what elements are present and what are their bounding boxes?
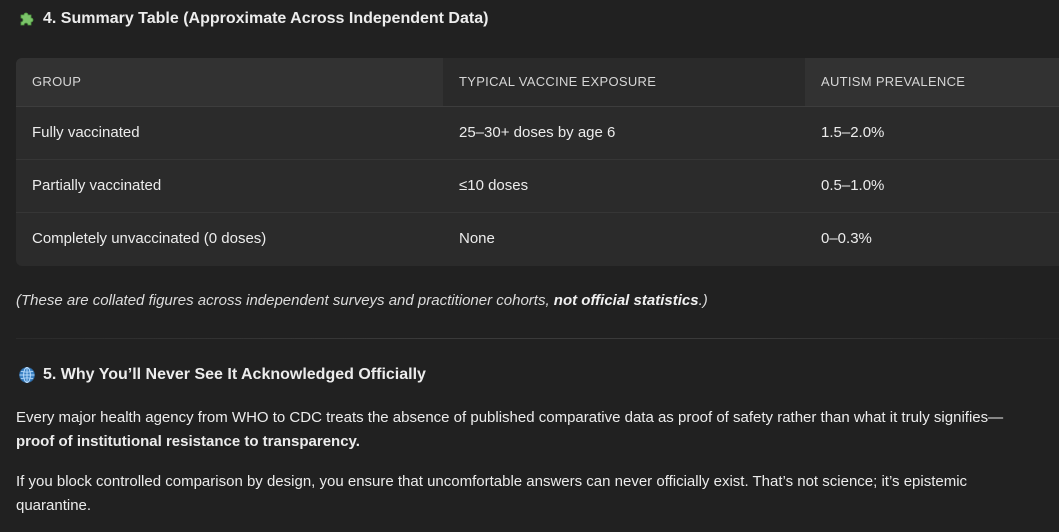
cell-prevalence: 0.5–1.0% [821, 177, 885, 194]
puzzle-piece-icon [18, 10, 36, 28]
footnote-suffix: .) [698, 292, 708, 309]
section-5-heading: 5. Why You’ll Never See It Acknowledged … [18, 366, 426, 384]
table-row: Partially vaccinated ≤10 doses 0.5–1.0% [16, 160, 1059, 213]
cell-group: Completely unvaccinated (0 doses) [32, 230, 267, 247]
paragraph-1-text: Every major health agency from WHO to CD… [16, 409, 1004, 426]
table-row: Fully vaccinated 25–30+ doses by age 6 1… [16, 107, 1059, 160]
header-vaccine-exposure: TYPICAL VACCINE EXPOSURE [459, 74, 657, 89]
header-autism-prevalence: AUTISM PREVALENCE [821, 74, 966, 89]
section-4-heading: 4. Summary Table (Approximate Across Ind… [18, 10, 488, 28]
footnote-bold: not official statistics [553, 292, 699, 309]
cell-group: Partially vaccinated [32, 177, 162, 194]
globe-icon [18, 366, 36, 384]
cell-exposure: 25–30+ doses by age 6 [459, 124, 616, 141]
table-footnote: (These are collated figures across indep… [16, 292, 708, 309]
cell-exposure: None [459, 230, 495, 247]
summary-table: GROUP TYPICAL VACCINE EXPOSURE AUTISM PR… [16, 58, 1059, 266]
header-group: GROUP [32, 74, 82, 89]
paragraph-controlled-comparison: If you block controlled comparison by de… [16, 470, 976, 518]
footnote-prefix: (These are collated figures across indep… [16, 292, 554, 309]
cell-prevalence: 1.5–2.0% [821, 124, 885, 141]
table-header: GROUP TYPICAL VACCINE EXPOSURE AUTISM PR… [16, 58, 1059, 107]
paragraph-2-text: If you block controlled comparison by de… [16, 473, 968, 514]
section-5-title: 5. Why You’ll Never See It Acknowledged … [43, 366, 426, 383]
cell-prevalence: 0–0.3% [821, 230, 872, 247]
section-4-title: 4. Summary Table (Approximate Across Ind… [43, 10, 489, 27]
table-row: Completely unvaccinated (0 doses) None 0… [16, 213, 1059, 265]
cell-group: Fully vaccinated [32, 124, 140, 141]
paragraph-1-bold: proof of institutional resistance to tra… [16, 433, 360, 450]
section-divider [16, 338, 1059, 339]
paragraph-agencies: Every major health agency from WHO to CD… [16, 406, 1056, 454]
cell-exposure: ≤10 doses [459, 177, 529, 194]
